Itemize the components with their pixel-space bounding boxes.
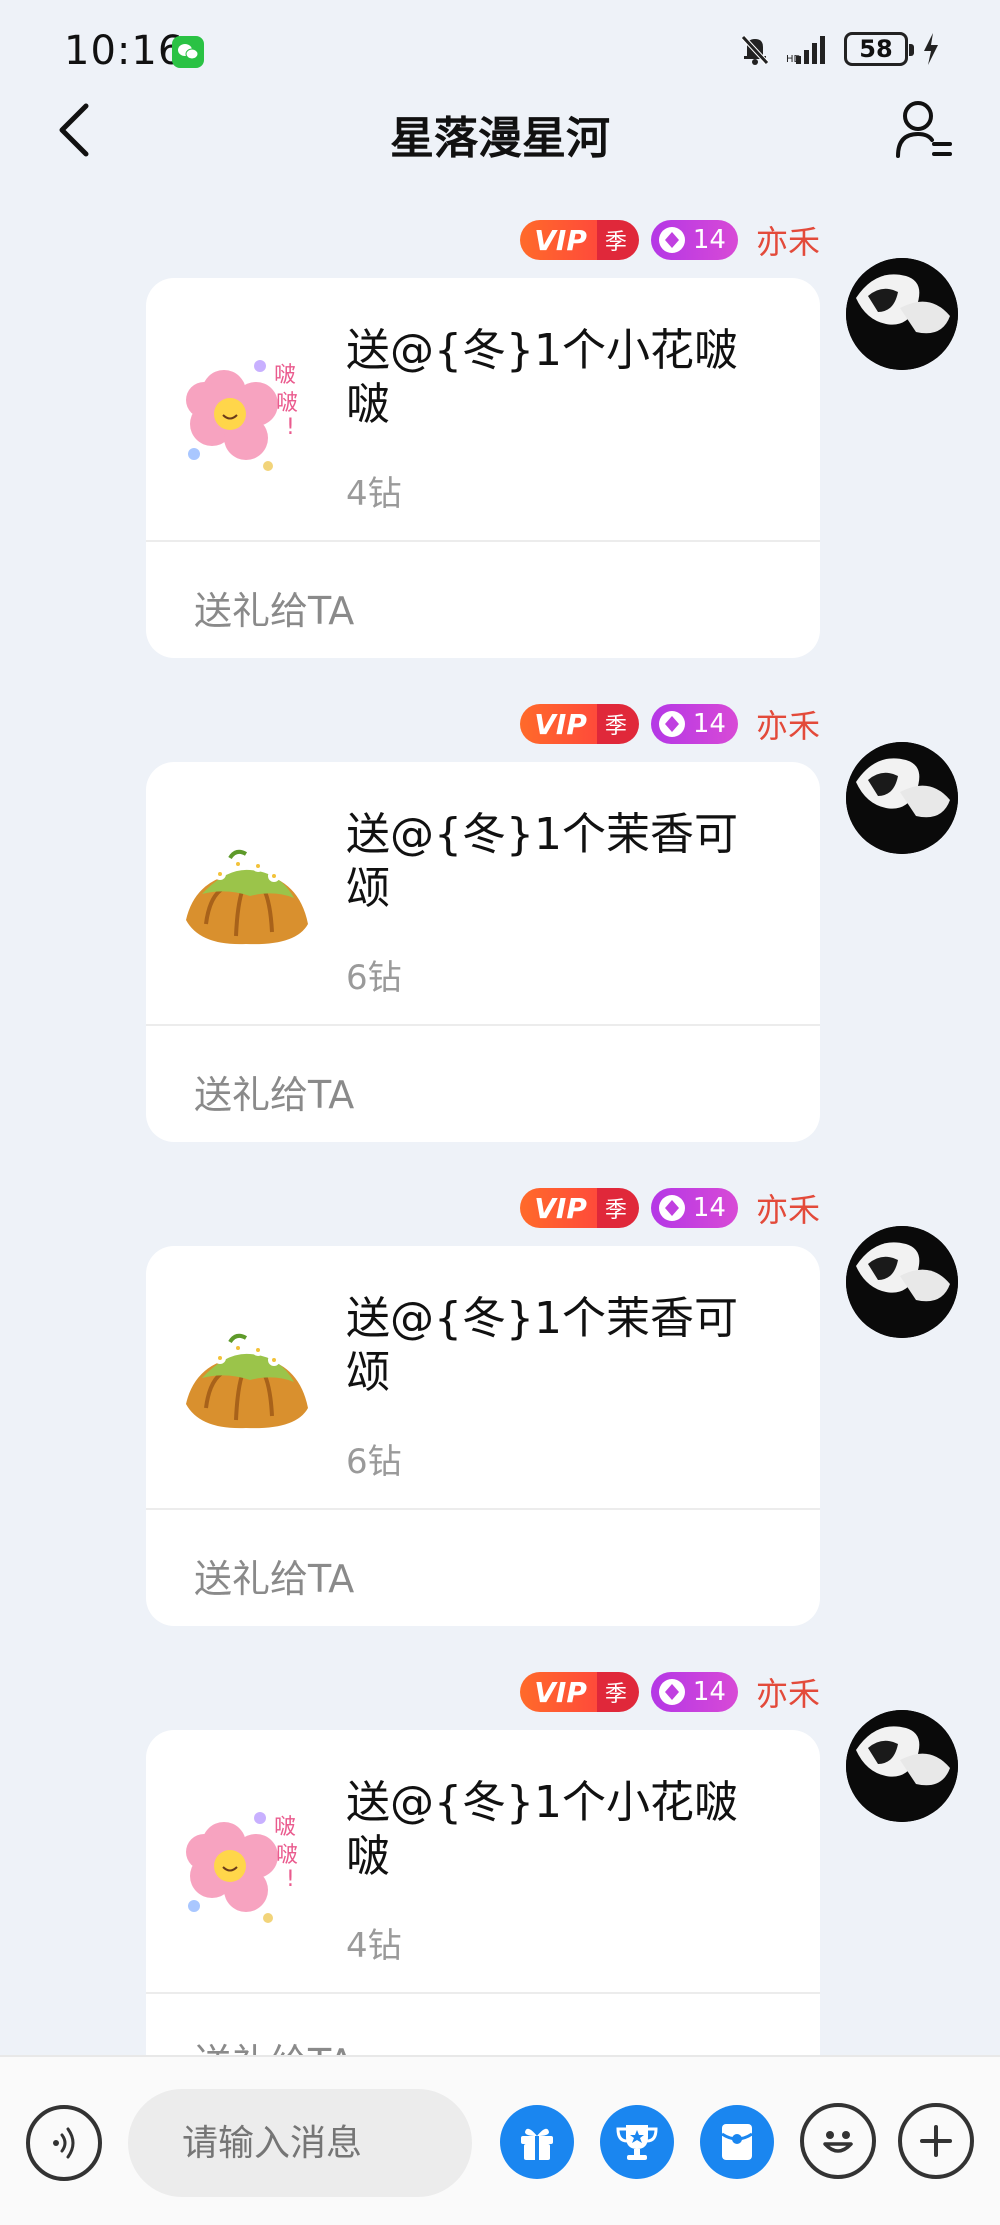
chat-message: VIP 季 14 亦禾 啵啵! 送@{冬}1个小花啵啵 4钻 送礼给TA (0, 1670, 1000, 2115)
profile-menu-icon[interactable] (894, 98, 954, 160)
trophy-icon (616, 2125, 658, 2160)
gift-price: 4钻 (346, 474, 402, 514)
wechat-notification-icon (172, 36, 204, 68)
sender-name[interactable]: 亦禾 (756, 1185, 820, 1231)
flower-gift-icon: 啵啵! (186, 360, 298, 471)
nav-bar: 星落漫星河 (0, 90, 1000, 170)
level-badge: 14 (650, 1188, 738, 1228)
signal-icon: HD (786, 36, 825, 64)
message-meta: VIP 季 14 亦禾 (520, 218, 820, 262)
vip-badge: VIP 季 (520, 704, 639, 744)
vip-badge: VIP 季 (520, 1672, 639, 1712)
red-packet-icon (721, 2124, 753, 2160)
gift-message: 送@{冬}1个小花啵啵 (346, 325, 738, 430)
message-meta: VIP 季 14 亦禾 (520, 1186, 820, 1230)
gift-message: 送@{冬}1个茉香可颂 (346, 1293, 738, 1398)
svg-text:啵: 啵 (276, 391, 298, 416)
vip-season-label: 季 (596, 1672, 639, 1712)
level-value: 14 (692, 1677, 726, 1707)
message-meta: VIP 季 14 亦禾 (520, 1670, 820, 1714)
level-badge: 14 (650, 704, 738, 744)
vip-season-label: 季 (596, 220, 639, 260)
gift-card[interactable]: 送@{冬}1个茉香可颂 6钻 送礼给TA (146, 762, 820, 1142)
gift-icon (521, 2128, 553, 2160)
page-title: 星落漫星河 (390, 113, 610, 164)
trophy-button[interactable] (600, 2105, 674, 2179)
avatar[interactable] (846, 258, 958, 370)
message-meta: VIP 季 14 亦禾 (520, 702, 820, 746)
gift-card-body[interactable]: 啵啵! 送@{冬}1个小花啵啵 4钻 (146, 1730, 820, 1992)
croissant-gift-icon (186, 849, 308, 945)
vip-season-label: 季 (596, 1188, 639, 1228)
input-toolbar (0, 2055, 1000, 2225)
level-value: 14 (692, 225, 726, 255)
message-input[interactable] (128, 2089, 472, 2197)
divider (146, 1024, 820, 1026)
send-gift-button[interactable]: 送礼给TA (194, 580, 354, 635)
red-packet-button[interactable] (700, 2105, 774, 2179)
svg-text:啵: 啵 (274, 363, 296, 388)
vip-label: VIP (520, 704, 597, 744)
vip-label: VIP (520, 220, 597, 260)
vip-badge: VIP 季 (520, 220, 639, 260)
vip-label: VIP (520, 1188, 597, 1228)
gift-price: 6钻 (346, 958, 402, 998)
level-value: 14 (692, 709, 726, 739)
emoji-button[interactable] (800, 2103, 876, 2179)
voice-input-button[interactable] (26, 2105, 102, 2181)
chat-message: VIP 季 14 亦禾 送@{冬}1个茉香可颂 6钻 送礼给TA (0, 1186, 1000, 1631)
flower-gift-icon: 啵啵! (186, 1812, 298, 1923)
chat-message: VIP 季 14 亦禾 送@{冬}1个茉香可颂 6钻 送礼给TA (0, 702, 1000, 1147)
svg-text:!: ! (286, 415, 295, 440)
gift-card-body[interactable]: 送@{冬}1个茉香可颂 6钻 (146, 762, 820, 1024)
svg-text:HD: HD (786, 54, 802, 64)
gift-card[interactable]: 啵啵! 送@{冬}1个小花啵啵 4钻 送礼给TA (146, 1730, 820, 2110)
sender-name[interactable]: 亦禾 (756, 217, 820, 263)
gift-message: 送@{冬}1个茉香可颂 (346, 809, 738, 914)
sender-name[interactable]: 亦禾 (756, 1669, 820, 1715)
gift-card[interactable]: 送@{冬}1个茉香可颂 6钻 送礼给TA (146, 1246, 820, 1626)
status-bar: 10:16 HD 58 (0, 0, 1000, 100)
send-gift-button[interactable]: 送礼给TA (194, 1548, 354, 1603)
emoji-icon (823, 2131, 853, 2153)
plus-icon (920, 2125, 952, 2157)
svg-text:啵: 啵 (274, 1815, 296, 1840)
level-badge: 14 (650, 220, 738, 260)
gift-card[interactable]: 啵啵! 送@{冬}1个小花啵啵 4钻 送礼给TA (146, 278, 820, 658)
mute-bell-icon (741, 35, 769, 65)
avatar[interactable] (846, 1710, 958, 1822)
vip-season-label: 季 (596, 704, 639, 744)
chat-message: VIP 季 14 亦禾 啵啵! 送@{冬}1个小花啵啵 4钻 送礼给TA (0, 218, 1000, 663)
more-button[interactable] (898, 2103, 974, 2179)
gift-button[interactable] (500, 2105, 574, 2179)
diamond-level-icon (658, 1195, 685, 1221)
divider (146, 540, 820, 542)
gift-message: 送@{冬}1个小花啵啵 (346, 1777, 738, 1882)
gift-price: 6钻 (346, 1442, 402, 1482)
divider (146, 1992, 820, 1994)
gift-price: 4钻 (346, 1926, 402, 1966)
avatar[interactable] (846, 1226, 958, 1338)
diamond-level-icon (658, 1679, 685, 1705)
svg-text:!: ! (286, 1867, 295, 1892)
svg-text:啵: 啵 (276, 1843, 298, 1868)
status-time: 10:16 (64, 28, 185, 74)
gift-card-body[interactable]: 送@{冬}1个茉香可颂 6钻 (146, 1246, 820, 1508)
gift-card-body[interactable]: 啵啵! 送@{冬}1个小花啵啵 4钻 (146, 278, 820, 540)
avatar[interactable] (846, 742, 958, 854)
vip-label: VIP (520, 1672, 597, 1712)
sender-name[interactable]: 亦禾 (756, 701, 820, 747)
vip-badge: VIP 季 (520, 1188, 639, 1228)
divider (146, 1508, 820, 1510)
diamond-level-icon (658, 227, 685, 253)
diamond-level-icon (658, 711, 685, 737)
voice-icon (53, 2127, 75, 2159)
level-badge: 14 (650, 1672, 738, 1712)
status-indicators: HD 58 (738, 32, 940, 66)
charging-icon (924, 33, 938, 65)
send-gift-button[interactable]: 送礼给TA (194, 1064, 354, 1119)
level-value: 14 (692, 1193, 726, 1223)
croissant-gift-icon (186, 1333, 308, 1429)
battery-indicator: 58 (844, 32, 914, 66)
